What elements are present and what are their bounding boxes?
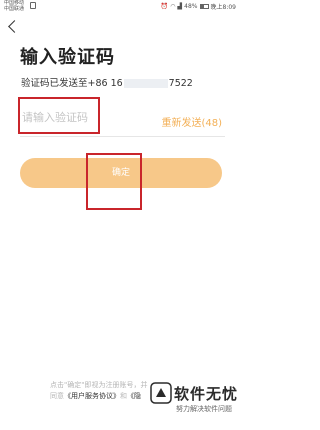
masked-phone-digits (123, 79, 168, 88)
wifi-icon: ◠ (170, 3, 176, 10)
resend-code-button[interactable]: 重新发送(48) (161, 114, 222, 129)
carrier-2: 中国联通 (4, 5, 25, 12)
watermark-subtitle: 努力解决软件问题 (176, 405, 232, 413)
agreement-and: 和 (120, 392, 127, 400)
chevron-left-icon[interactable] (6, 20, 21, 34)
watermark: 软件无忧 努力解决软件问题 (150, 382, 238, 428)
agreement-line-2: 同意《用户服务协议》和《隐 (50, 391, 147, 402)
annotation-highlight-input (18, 97, 100, 134)
agreement-line-1: 点击"确定"即视为注册账号，并 (50, 381, 148, 389)
carrier-labels: 中国移动 中国联通 (4, 0, 25, 12)
alarm-icon: ⏰ (160, 3, 169, 10)
sent-to-prefix: 验证码已发送至+86 16 (21, 78, 123, 89)
page-title: 输入验证码 (20, 47, 115, 68)
annotation-highlight-confirm (86, 153, 142, 210)
sent-to-suffix: 7522 (168, 78, 193, 89)
user-agreement-link[interactable]: 《用户服务协议》 (64, 392, 120, 400)
signal-icon: ▟ (177, 3, 183, 10)
battery-percent: 48% (184, 3, 198, 10)
agreement-text: 点击"确定"即视为注册账号，并 同意《用户服务协议》和《隐 (50, 380, 147, 402)
watermark-title: 软件无忧 (174, 385, 239, 403)
agreement-prefix: 同意 (50, 392, 64, 400)
sent-to-phone-text: 验证码已发送至+86 16 7522 (21, 75, 193, 89)
status-right: ⏰ ◠ ▟ 48% 晚上8:09 (161, 2, 236, 11)
watermark-logo-icon (150, 382, 172, 404)
status-bar: 中国移动 中国联通 ⏰ ◠ ▟ 48% 晚上8:09 (0, 0, 240, 14)
clock: 晚上8:09 (210, 4, 236, 11)
privacy-policy-link[interactable]: 《隐 (127, 392, 141, 400)
sim-icon (30, 2, 36, 9)
battery-icon (199, 4, 209, 9)
